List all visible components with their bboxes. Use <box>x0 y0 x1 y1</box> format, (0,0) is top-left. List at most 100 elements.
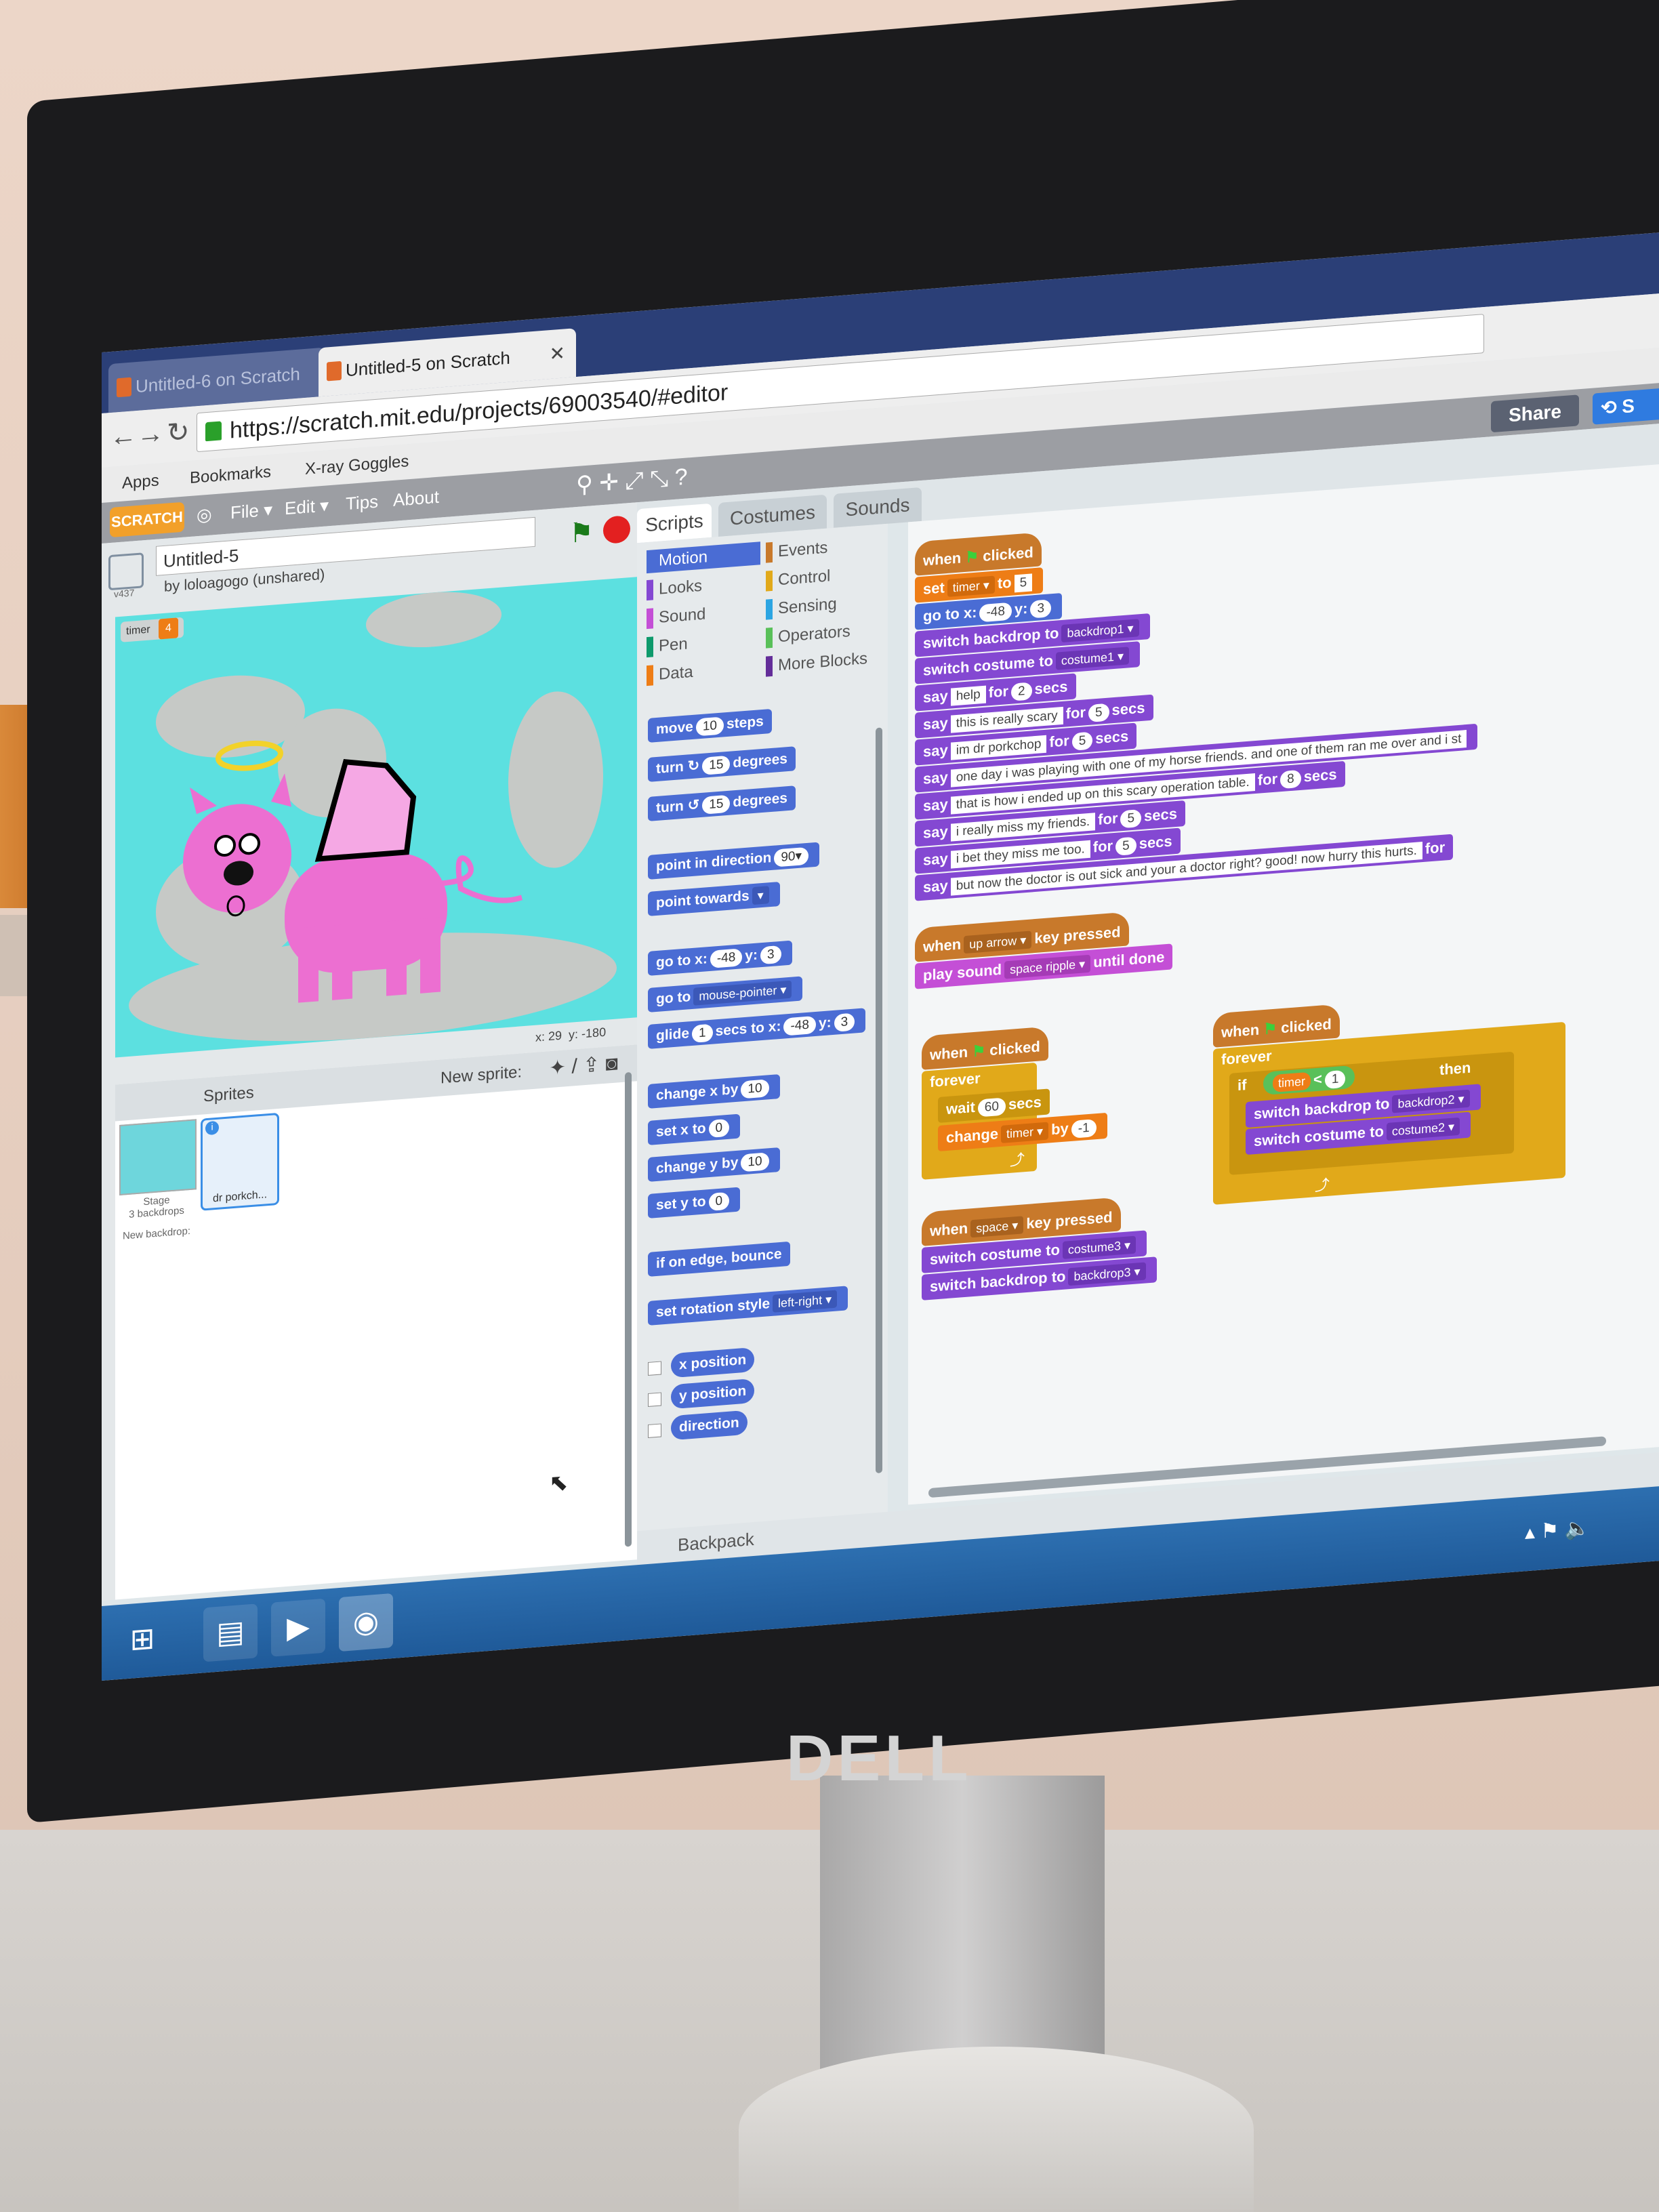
stop-icon[interactable] <box>603 514 630 545</box>
monitor-base <box>739 2047 1254 2212</box>
screen: Untitled-6 on Scratch Untitled-5 on Scra… <box>102 232 1659 1681</box>
block-change-x[interactable]: change x by 10 <box>648 1074 780 1109</box>
sprite-name: dr porkch... <box>212 1189 268 1205</box>
sprite-library-icon[interactable]: ✦ <box>549 1056 566 1080</box>
stage-panel: v437 Untitled-5 by loloagogo (unshared) … <box>102 502 637 1601</box>
bookmark-xray-goggles[interactable]: X-ray Goggles <box>305 452 409 479</box>
bookmark-apps[interactable]: Apps <box>122 471 159 493</box>
forward-icon[interactable]: → <box>137 418 164 451</box>
mouse-coordinates: x: 29 y: -180 <box>535 1025 607 1044</box>
reporter-direction[interactable]: direction <box>671 1410 747 1441</box>
category-control[interactable]: Control <box>766 560 893 592</box>
green-flag-icon: ⚑ <box>965 548 979 566</box>
checkbox-direction[interactable] <box>648 1423 661 1438</box>
category-sensing[interactable]: Sensing <box>766 588 893 621</box>
pig-sprite[interactable] <box>115 577 637 1057</box>
block-point-towards[interactable]: point towards ▾ <box>648 881 780 916</box>
new-sprite-label: New sprite: <box>441 1063 523 1088</box>
windows-flag-icon[interactable]: ⚑ <box>1540 1519 1559 1543</box>
loop-arrow-icon: ⤴ <box>1315 1176 1330 1195</box>
block-point-in-direction[interactable]: point in direction 90▾ <box>648 842 819 880</box>
palette-scrollbar[interactable] <box>876 727 882 1474</box>
green-flag-icon[interactable]: ⚑ <box>569 516 594 550</box>
checkbox-x-position[interactable] <box>648 1361 661 1376</box>
sprite-scrollbar[interactable] <box>625 1071 632 1547</box>
upload-icon[interactable]: ⇪ <box>583 1053 600 1077</box>
scratch-favicon-icon <box>327 361 342 382</box>
menu-file[interactable]: File ▾ <box>230 499 272 524</box>
info-icon[interactable]: i <box>205 1120 219 1136</box>
checkbox-y-position[interactable] <box>648 1392 661 1407</box>
block-set-y[interactable]: set y to 0 <box>648 1187 741 1218</box>
stage-label: Stage 3 backdrops New backdrop: <box>119 1193 194 1242</box>
category-motion[interactable]: Motion <box>647 541 760 574</box>
tab-scripts[interactable]: Scripts <box>637 503 712 544</box>
block-go-to[interactable]: go to mouse-pointer ▾ <box>648 976 803 1012</box>
sprite-library: Sprites New sprite: ✦ / ⇪ ◙ Stage 3 back… <box>115 1044 637 1600</box>
category-events[interactable]: Events <box>766 531 893 564</box>
block-if-on-edge-bounce[interactable]: if on edge, bounce <box>648 1241 790 1277</box>
tab-label: Untitled-5 on Scratch <box>346 347 510 381</box>
block-turn-left[interactable]: turn ↺ 15 degrees <box>648 785 796 821</box>
delete-icon[interactable]: ✛ <box>599 469 619 496</box>
bookmark-bookmarks[interactable]: Bookmarks <box>190 463 271 488</box>
monitor-logo: DELL <box>786 1722 972 1795</box>
back-icon[interactable]: ← <box>110 420 137 453</box>
version-label: v437 <box>114 587 135 600</box>
media-player-icon[interactable]: ▶ <box>271 1598 325 1657</box>
block-set-x[interactable]: set x to 0 <box>648 1113 741 1145</box>
stage-thumbnail[interactable] <box>119 1119 197 1195</box>
reporter-x-position[interactable]: x position <box>671 1347 755 1378</box>
duplicate-icon[interactable]: ⚲ <box>576 471 593 498</box>
share-button[interactable]: Share <box>1491 394 1579 433</box>
category-data[interactable]: Data <box>647 655 760 687</box>
globe-icon[interactable]: ◎ <box>197 504 212 526</box>
mouse-cursor-icon: ⬉ <box>549 1469 569 1497</box>
stage[interactable]: timer 4 <box>115 577 637 1058</box>
scripts-area[interactable]: when ⚑ clicked set timer ▾ to 5 go to x: -48… <box>908 464 1659 1505</box>
category-pen[interactable]: Pen <box>647 627 760 659</box>
fullscreen-icon[interactable] <box>108 552 144 591</box>
scratch-logo[interactable]: SCRATCH <box>110 501 184 538</box>
reporter-y-position[interactable]: y position <box>671 1378 755 1410</box>
green-flag-icon: ⚑ <box>1263 1019 1277 1038</box>
operator-less-than[interactable]: timer <1 <box>1263 1065 1355 1096</box>
new-backdrop-label: New backdrop: <box>122 1225 191 1242</box>
block-move-steps[interactable]: move 10 steps <box>648 708 772 743</box>
shrink-icon[interactable]: ⤡ <box>650 466 668 493</box>
block-glide[interactable]: glide 1 secs to x: -48 y: 3 <box>648 1008 866 1049</box>
category-looks[interactable]: Looks <box>647 570 760 602</box>
tab-label: Untitled-6 on Scratch <box>136 363 300 397</box>
scratch-favicon-icon <box>117 377 131 398</box>
block-change-y[interactable]: change y by 10 <box>648 1147 780 1182</box>
volume-icon[interactable]: 🔈 <box>1565 1517 1590 1541</box>
help-icon[interactable]: ? <box>675 464 688 490</box>
reload-icon[interactable]: ↻ <box>167 416 190 449</box>
show-hidden-icon[interactable]: ▴ <box>1525 1521 1535 1544</box>
sprite-thumbnail-dr-porkchop[interactable]: i dr porkch... <box>201 1112 279 1211</box>
menu-tips[interactable]: Tips <box>346 491 378 515</box>
green-flag-icon: ⚑ <box>972 1042 986 1061</box>
chrome-icon[interactable]: ◉ <box>339 1593 393 1652</box>
category-sound[interactable]: Sound <box>647 598 760 630</box>
sprites-header: Sprites New sprite: ✦ / ⇪ ◙ <box>115 1044 637 1122</box>
file-explorer-icon[interactable]: ▤ <box>203 1603 258 1662</box>
loop-arrow-icon: ⤴ <box>1010 1151 1025 1169</box>
camera-icon[interactable]: ◙ <box>606 1052 618 1075</box>
block-go-to-xy[interactable]: go to x: -48 y: 3 <box>648 940 792 976</box>
paint-icon[interactable]: / <box>571 1055 577 1078</box>
block-set-rotation-style[interactable]: set rotation style left-right ▾ <box>648 1286 848 1326</box>
lock-icon <box>205 421 222 442</box>
sprites-heading: Sprites <box>203 1083 254 1106</box>
see-project-page-button[interactable]: ⟲ S <box>1593 387 1659 425</box>
block-palette: Motion Looks Sound Pen Data Events Contr… <box>637 523 888 1560</box>
menu-about[interactable]: About <box>393 487 439 511</box>
start-button-icon[interactable]: ⊞ <box>115 1610 169 1668</box>
close-tab-icon[interactable]: ✕ <box>550 329 565 379</box>
system-tray: ▴ ⚑ 🔈 <box>1525 1516 1590 1544</box>
category-operators[interactable]: Operators <box>766 617 893 649</box>
category-more-blocks[interactable]: More Blocks <box>766 645 893 678</box>
menu-edit[interactable]: Edit ▾ <box>285 495 329 519</box>
grow-icon[interactable]: ⤢ <box>625 467 643 494</box>
block-turn-right[interactable]: turn ↻ 15 degrees <box>648 746 796 782</box>
